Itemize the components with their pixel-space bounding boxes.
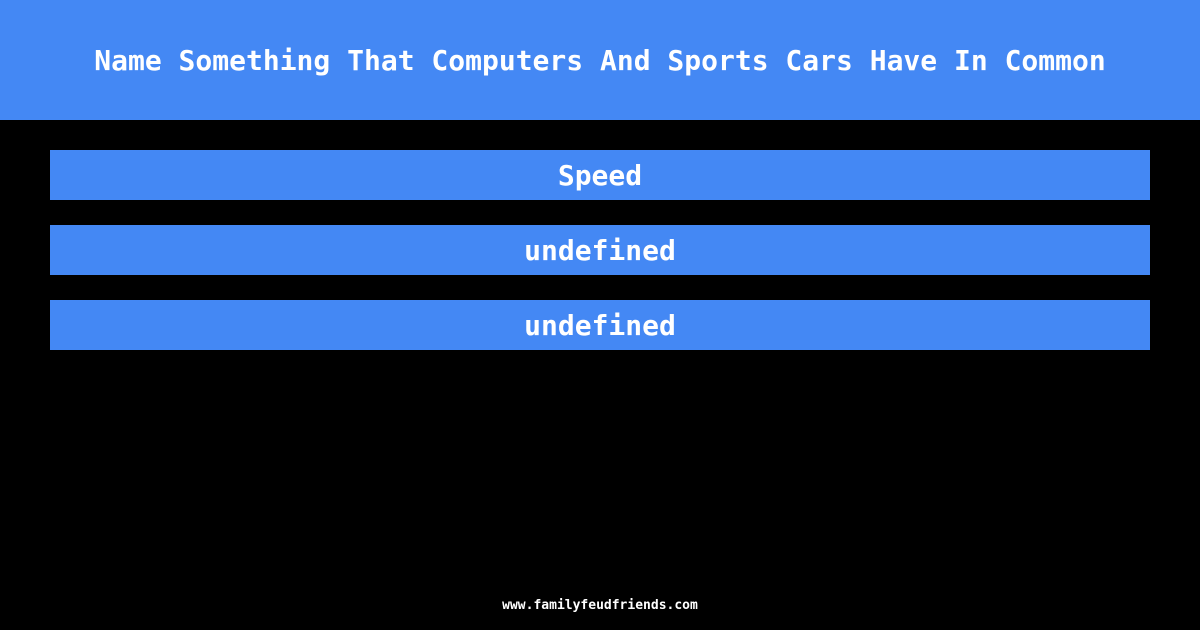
question-title: Name Something That Computers And Sports…: [94, 43, 1106, 77]
site-url: www.familyfeudfriends.com: [502, 598, 698, 613]
answer-bar[interactable]: Speed: [50, 150, 1150, 200]
answer-bar[interactable]: undefined: [50, 225, 1150, 275]
answer-label: undefined: [524, 233, 676, 267]
answer-label: undefined: [524, 308, 676, 342]
answer-bar[interactable]: undefined: [50, 300, 1150, 350]
question-header: Name Something That Computers And Sports…: [0, 0, 1200, 120]
answer-label: Speed: [557, 158, 643, 192]
